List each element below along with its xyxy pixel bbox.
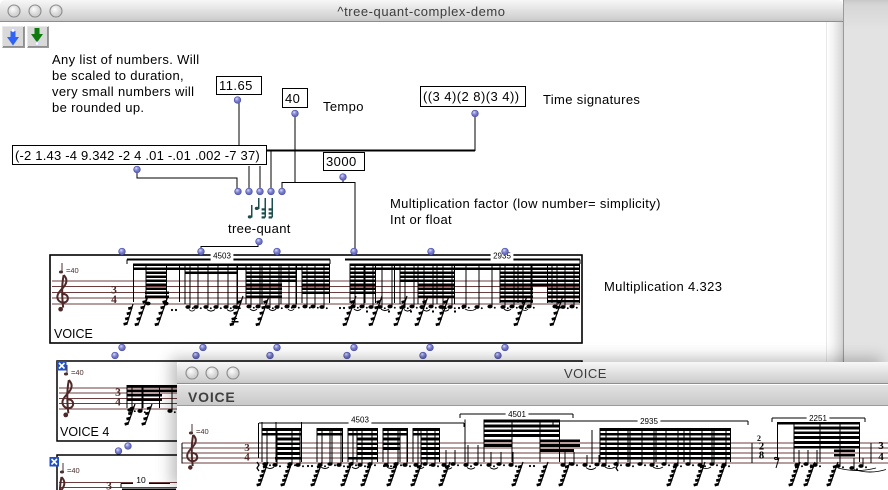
svg-text:=40: =40 bbox=[67, 466, 80, 475]
svg-text:4: 4 bbox=[111, 294, 117, 306]
svg-text:=40: =40 bbox=[66, 266, 79, 275]
svg-text:10: 10 bbox=[136, 475, 146, 485]
svg-text:4: 4 bbox=[115, 397, 121, 409]
svg-text:VOICE 4: VOICE 4 bbox=[60, 425, 109, 439]
svg-text:=40: =40 bbox=[71, 368, 84, 377]
svg-text:VOICE: VOICE bbox=[54, 327, 93, 341]
svg-text:4503: 4503 bbox=[213, 252, 231, 261]
svg-text:3: 3 bbox=[106, 481, 112, 490]
